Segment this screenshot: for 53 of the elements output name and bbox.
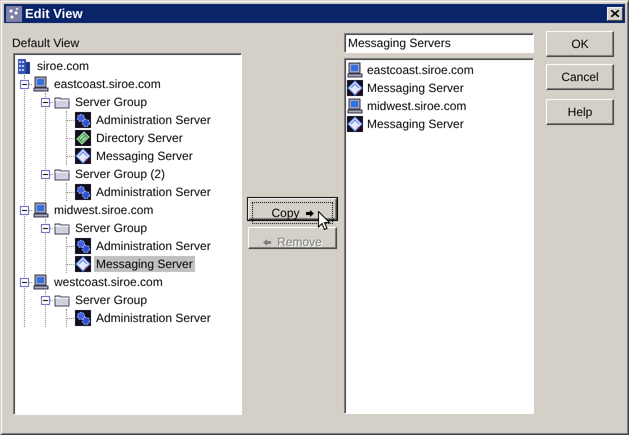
close-icon (611, 10, 619, 17)
envelope-icon (75, 148, 91, 164)
building-icon (16, 58, 32, 74)
gear-icon (75, 310, 91, 326)
tree-item[interactable]: Administration Server (94, 112, 213, 128)
tree-item[interactable]: Server Group (73, 292, 150, 308)
tree-item[interactable]: Server Group (73, 94, 150, 110)
computer-icon (33, 202, 49, 218)
gear-icon (75, 184, 91, 200)
close-button[interactable] (607, 6, 623, 20)
collapse-icon[interactable] (41, 224, 50, 232)
view-name-field[interactable]: Messaging Servers (344, 33, 534, 53)
tree-item[interactable]: midwest.siroe.com (52, 202, 156, 218)
panel-label: Default View (12, 35, 80, 52)
tree-item[interactable]: Messaging Server (94, 256, 195, 272)
tree-item[interactable]: Administration Server (94, 184, 213, 200)
tree-item[interactable]: Server Group (73, 220, 150, 236)
window-title: Edit View (25, 4, 83, 23)
arrow-icon (306, 210, 314, 216)
collapse-icon[interactable] (20, 80, 29, 88)
envelope-icon (347, 80, 363, 96)
collapse-icon[interactable] (20, 206, 29, 214)
tree-item[interactable]: siroe.com (35, 58, 92, 74)
tree-item[interactable]: Directory Server (94, 130, 185, 146)
gear-icon (75, 238, 91, 254)
tree-item[interactable]: Messaging Server (94, 148, 195, 164)
tree-item[interactable]: westcoast.siroe.com (52, 274, 165, 290)
computer-icon (347, 98, 363, 114)
collapse-icon[interactable] (20, 278, 29, 286)
collapse-icon[interactable] (41, 296, 50, 304)
dialog-button[interactable]: Help (546, 99, 614, 125)
envelope-icon (75, 256, 91, 272)
list-item[interactable]: midwest.siroe.com (365, 98, 468, 114)
list-item[interactable]: eastcoast.siroe.com (365, 62, 476, 78)
tree-item[interactable]: Administration Server (94, 238, 213, 254)
dialog-button[interactable]: OK (546, 31, 614, 57)
tree-item[interactable]: Administration Server (94, 310, 213, 326)
computer-icon (33, 76, 49, 92)
tree-item[interactable]: eastcoast.siroe.com (52, 76, 163, 92)
computer-icon (347, 62, 363, 78)
arrow-icon (263, 238, 272, 246)
gear-icon (75, 112, 91, 128)
cursor-icon (318, 211, 330, 230)
tile-icon (75, 130, 91, 146)
list-item[interactable]: Messaging Server (365, 80, 466, 96)
tree-item[interactable]: Server Group (2) (73, 166, 168, 182)
list-item[interactable]: Messaging Server (365, 116, 466, 132)
collapse-icon[interactable] (41, 98, 50, 106)
computer-icon (33, 274, 49, 290)
envelope-icon (347, 116, 363, 132)
dialog-button[interactable]: Cancel (546, 64, 614, 90)
collapse-icon[interactable] (41, 170, 50, 178)
app-icon (6, 6, 22, 22)
